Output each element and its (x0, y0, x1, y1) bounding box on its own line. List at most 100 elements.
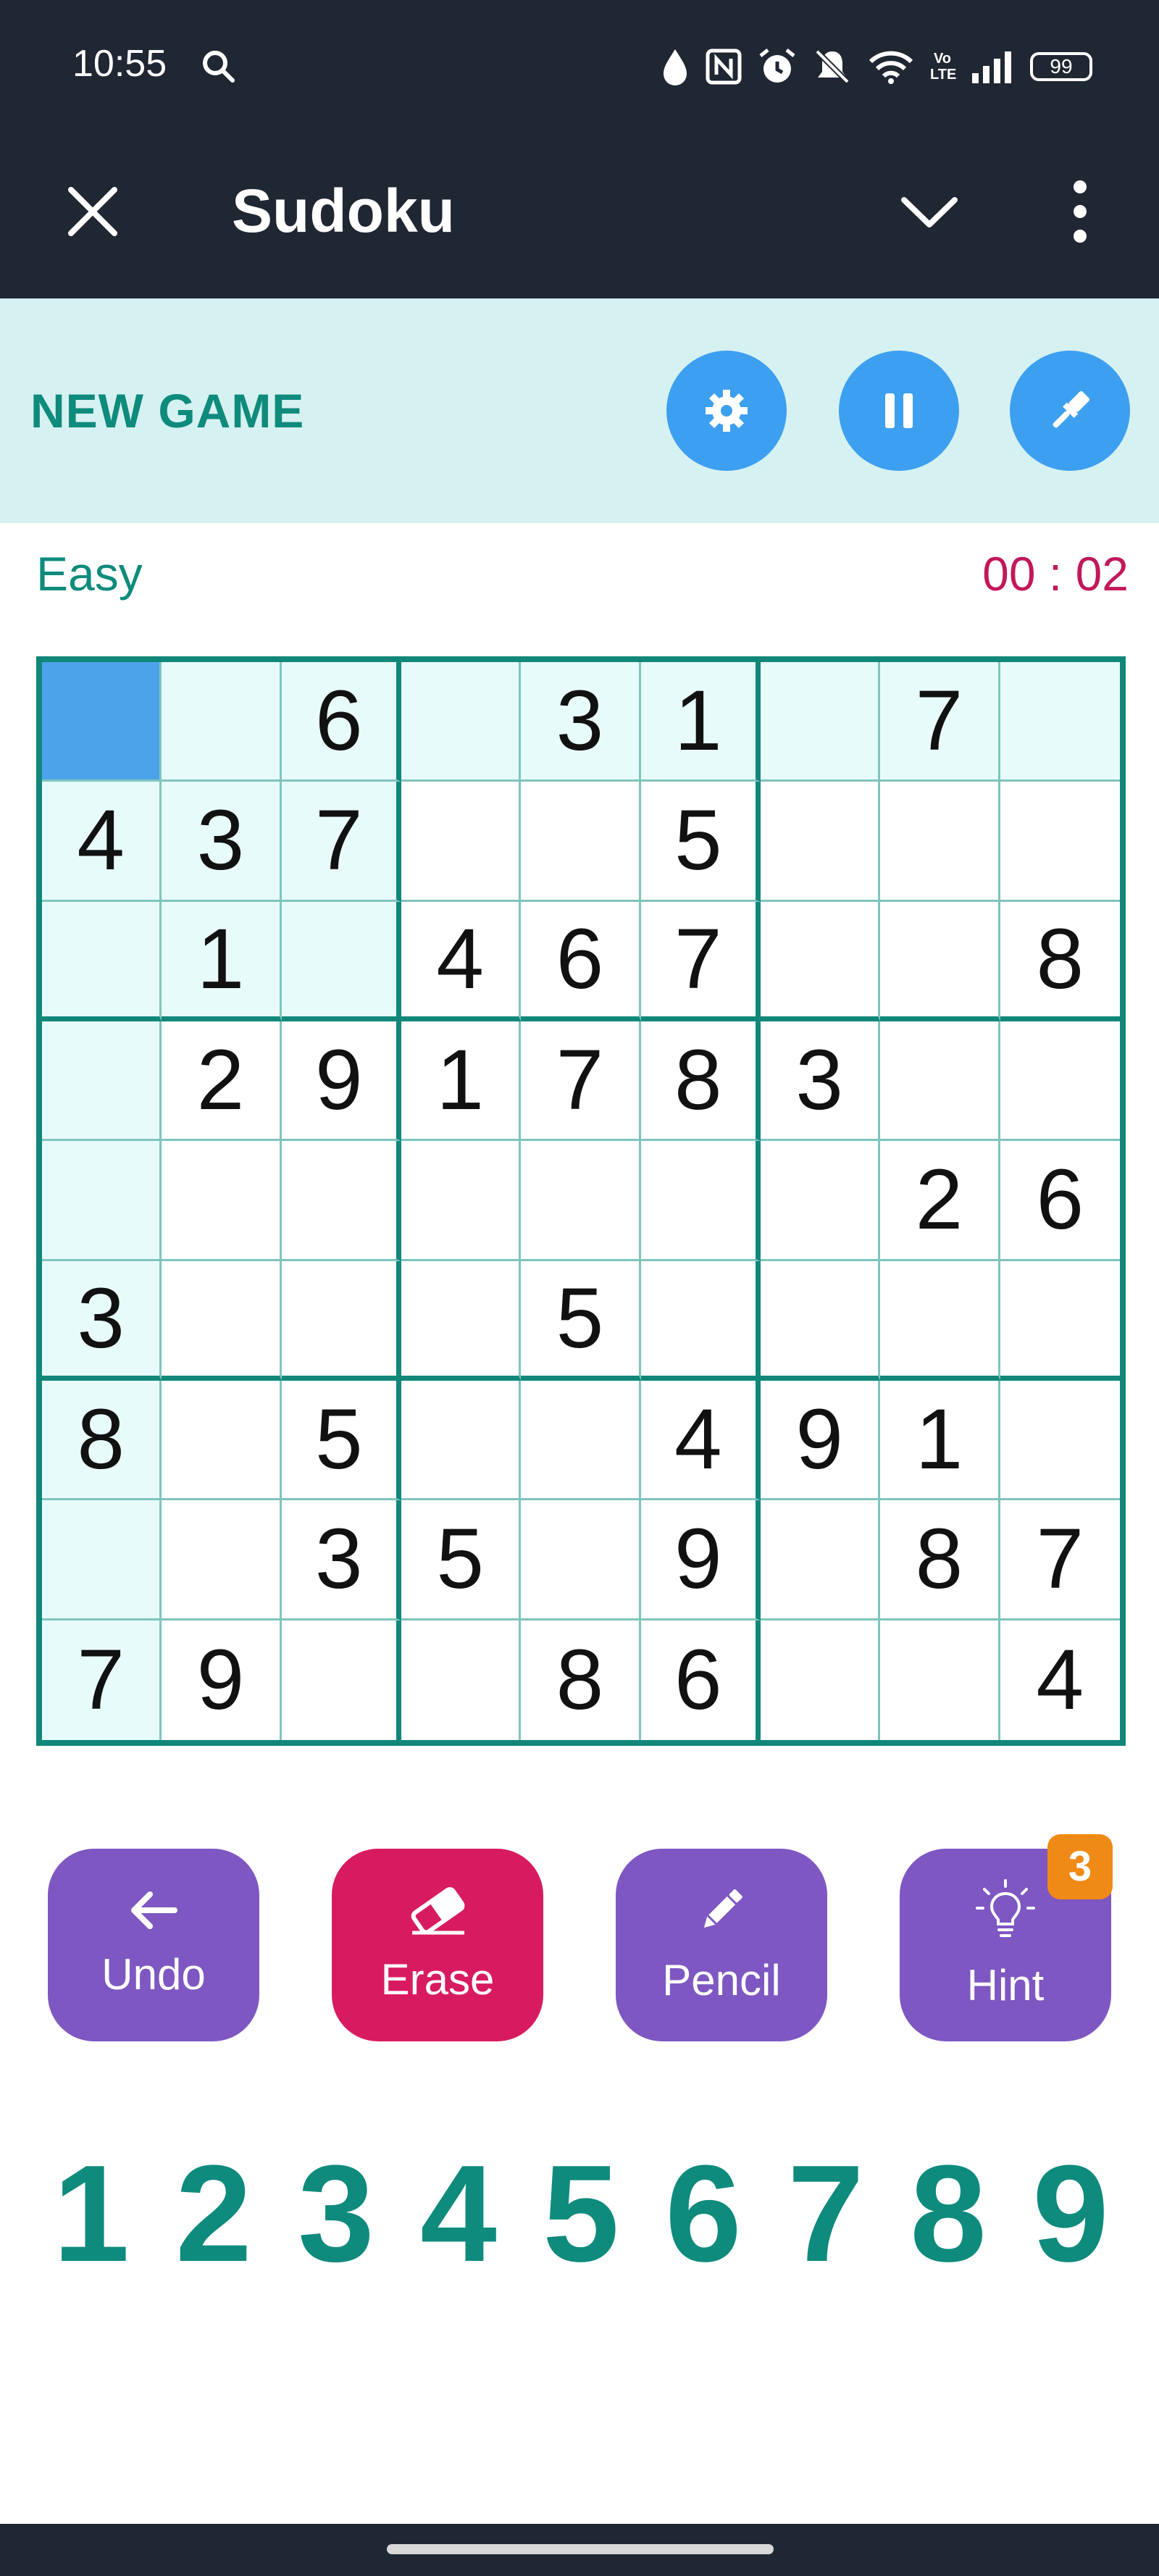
sudoku-cell-r4c9[interactable] (1000, 1021, 1120, 1142)
sudoku-cell-r8c1[interactable] (42, 1500, 162, 1621)
theme-button[interactable] (1010, 351, 1130, 471)
sudoku-cell-r3c7[interactable] (760, 901, 881, 1021)
sudoku-cell-r7c7[interactable]: 9 (760, 1380, 881, 1501)
sudoku-cell-r3c5[interactable]: 6 (521, 901, 641, 1021)
sudoku-cell-r5c6[interactable] (640, 1141, 761, 1261)
sudoku-cell-r1c9[interactable] (1000, 662, 1120, 782)
sudoku-cell-r9c8[interactable] (880, 1620, 1000, 1740)
sudoku-cell-r3c8[interactable] (880, 901, 1000, 1021)
sudoku-cell-r2c7[interactable] (760, 782, 881, 902)
more-vert-icon[interactable] (1062, 175, 1098, 248)
sudoku-cell-r8c4[interactable]: 5 (401, 1500, 522, 1621)
hint-button[interactable]: Hint 3 (900, 1834, 1113, 2041)
sudoku-cell-r3c6[interactable]: 7 (640, 901, 761, 1021)
erase-button[interactable]: Erase (332, 1849, 543, 2041)
sudoku-cell-r9c2[interactable]: 9 (162, 1620, 282, 1740)
sudoku-cell-r3c2[interactable]: 1 (162, 901, 282, 1021)
sudoku-cell-r2c9[interactable] (1000, 782, 1120, 902)
number-key-5[interactable]: 5 (520, 2134, 642, 2293)
sudoku-cell-r4c5[interactable]: 7 (521, 1021, 641, 1142)
sudoku-cell-r7c2[interactable] (162, 1380, 282, 1501)
sudoku-cell-r5c2[interactable] (162, 1141, 282, 1261)
sudoku-cell-r6c1[interactable]: 3 (42, 1260, 162, 1381)
number-key-2[interactable]: 2 (153, 2134, 275, 2293)
sudoku-cell-r4c4[interactable]: 1 (401, 1021, 522, 1142)
sudoku-cell-r1c6[interactable]: 1 (640, 662, 761, 782)
sudoku-cell-r7c1[interactable]: 8 (42, 1380, 162, 1501)
sudoku-cell-r6c3[interactable] (281, 1260, 401, 1381)
sudoku-cell-r1c7[interactable] (760, 662, 881, 782)
sudoku-cell-r2c6[interactable]: 5 (640, 782, 761, 902)
sudoku-cell-r9c7[interactable] (761, 1620, 881, 1740)
chevron-down-icon[interactable] (898, 190, 961, 233)
sudoku-cell-r6c5[interactable]: 5 (521, 1260, 641, 1381)
number-key-1[interactable]: 1 (30, 2134, 152, 2293)
sudoku-cell-r3c1[interactable] (42, 901, 162, 1021)
undo-button[interactable]: Undo (48, 1849, 259, 2041)
sudoku-cell-r5c7[interactable] (760, 1141, 881, 1261)
pause-button[interactable] (839, 351, 959, 471)
pencil-button[interactable]: Pencil (616, 1849, 827, 2041)
number-key-4[interactable]: 4 (398, 2134, 519, 2293)
sudoku-cell-r8c6[interactable]: 9 (640, 1500, 761, 1621)
sudoku-cell-r6c6[interactable] (640, 1260, 761, 1381)
sudoku-cell-r7c6[interactable]: 4 (640, 1380, 761, 1501)
sudoku-cell-r2c5[interactable] (521, 782, 641, 902)
sudoku-cell-r9c5[interactable]: 8 (521, 1620, 641, 1740)
sudoku-cell-r1c5[interactable]: 3 (521, 662, 641, 782)
settings-button[interactable] (666, 351, 787, 471)
new-game-button[interactable]: NEW GAME (30, 378, 304, 443)
sudoku-cell-r4c1[interactable] (42, 1021, 162, 1142)
sudoku-cell-r9c1[interactable]: 7 (42, 1620, 162, 1740)
sudoku-cell-r4c8[interactable] (880, 1021, 1000, 1142)
sudoku-cell-r4c3[interactable]: 9 (281, 1021, 401, 1142)
sudoku-cell-r7c3[interactable]: 5 (281, 1380, 401, 1501)
sudoku-cell-r2c8[interactable] (880, 782, 1000, 902)
sudoku-cell-r6c8[interactable] (880, 1260, 1000, 1381)
sudoku-cell-r9c9[interactable]: 4 (1000, 1621, 1120, 1740)
number-key-9[interactable]: 9 (1010, 2134, 1131, 2293)
sudoku-cell-r7c4[interactable] (401, 1380, 522, 1501)
sudoku-cell-r3c4[interactable]: 4 (401, 901, 522, 1021)
close-icon[interactable] (62, 181, 123, 242)
sudoku-cell-r4c6[interactable]: 8 (640, 1021, 761, 1142)
sudoku-cell-r4c2[interactable]: 2 (162, 1021, 282, 1142)
sudoku-cell-r1c3[interactable]: 6 (281, 662, 401, 782)
sudoku-cell-r5c9[interactable]: 6 (1000, 1141, 1120, 1261)
sudoku-cell-r7c8[interactable]: 1 (880, 1380, 1000, 1501)
sudoku-cell-r9c4[interactable] (401, 1620, 522, 1740)
sudoku-cell-r8c5[interactable] (521, 1500, 641, 1621)
sudoku-cell-r7c5[interactable] (521, 1380, 641, 1501)
sudoku-cell-r8c3[interactable]: 3 (281, 1500, 401, 1621)
number-key-8[interactable]: 8 (887, 2134, 1009, 2293)
number-key-3[interactable]: 3 (275, 2134, 397, 2293)
sudoku-cell-r5c3[interactable] (281, 1141, 401, 1261)
sudoku-cell-r8c2[interactable] (162, 1500, 282, 1621)
sudoku-cell-r9c3[interactable] (282, 1620, 401, 1740)
sudoku-cell-r9c6[interactable]: 6 (641, 1620, 761, 1740)
sudoku-cell-r2c1[interactable]: 4 (42, 782, 162, 902)
sudoku-cell-r1c8[interactable]: 7 (880, 662, 1000, 782)
sudoku-cell-r1c2[interactable] (162, 662, 282, 782)
sudoku-cell-r7c9[interactable] (1000, 1381, 1120, 1501)
sudoku-cell-r1c4[interactable] (401, 662, 522, 782)
sudoku-cell-r5c1[interactable] (42, 1141, 162, 1261)
sudoku-cell-r5c4[interactable] (401, 1141, 522, 1261)
home-gesture-handle[interactable] (387, 2544, 774, 2554)
sudoku-cell-r2c2[interactable]: 3 (162, 782, 282, 902)
number-key-6[interactable]: 6 (643, 2134, 764, 2293)
number-key-7[interactable]: 7 (765, 2134, 887, 2293)
sudoku-cell-r6c7[interactable] (760, 1260, 881, 1381)
sudoku-cell-r3c3[interactable] (281, 901, 401, 1021)
sudoku-cell-r6c4[interactable] (401, 1260, 522, 1381)
sudoku-cell-r8c7[interactable] (760, 1500, 881, 1621)
sudoku-cell-r5c5[interactable] (521, 1141, 641, 1261)
sudoku-cell-r4c7[interactable]: 3 (760, 1021, 881, 1142)
sudoku-cell-r6c2[interactable] (162, 1260, 282, 1381)
sudoku-cell-r5c8[interactable]: 2 (880, 1141, 1000, 1261)
sudoku-cell-r1c1[interactable] (42, 662, 162, 782)
sudoku-cell-r6c9[interactable] (1000, 1261, 1120, 1381)
sudoku-cell-r8c8[interactable]: 8 (880, 1500, 1000, 1621)
sudoku-cell-r8c9[interactable]: 7 (1000, 1500, 1120, 1621)
sudoku-cell-r2c3[interactable]: 7 (281, 782, 401, 902)
